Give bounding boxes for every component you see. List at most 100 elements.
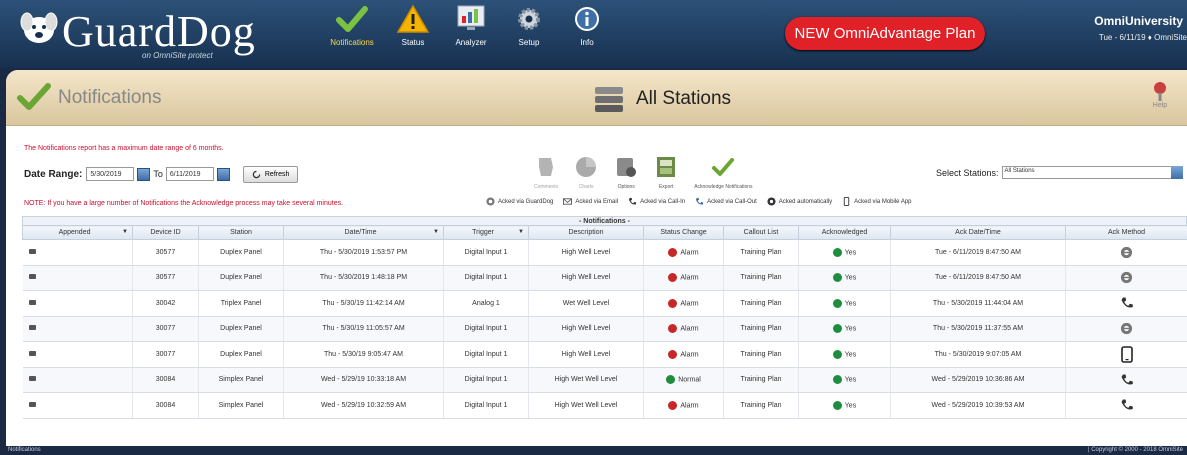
- acknowledged-cell: Yes: [798, 316, 891, 342]
- nav-status-label: Status: [401, 38, 425, 47]
- device-id-cell: 30577: [132, 239, 199, 266]
- column-header-description[interactable]: Description: [528, 225, 644, 240]
- select-stations-label: Select Stations:: [936, 167, 999, 178]
- column-header-device-id[interactable]: Device ID: [132, 225, 199, 240]
- table-row[interactable]: 30577 Duplex Panel Thu - 5/30/2019 1:48:18…: [22, 265, 1187, 291]
- acknowledged-cell: Yes: [798, 290, 891, 317]
- report-toolbar: Comments Charts Options Export Acknowled…: [526, 150, 761, 190]
- account-info[interactable]: OmniUniversity Tue - 6/11/19 ♦ OmniSite: [1015, 14, 1187, 42]
- to-date-input[interactable]: [165, 167, 214, 181]
- column-header-trigger[interactable]: Trigger ▼: [443, 225, 529, 240]
- date-range-controls: Date Range: To Refresh: [24, 165, 299, 183]
- nav-status[interactable]: Status: [384, 2, 442, 64]
- table-row[interactable]: 30042 Triplex Panel Thu - 5/30/19 11:42:14…: [22, 290, 1187, 317]
- table-row[interactable]: 30084 Simplex Panel Wed - 5/29/19 10:33:18…: [22, 367, 1187, 393]
- description-cell: High Well Level: [528, 341, 644, 368]
- sort-icon[interactable]: ▼: [433, 229, 439, 235]
- acknowledged-text: Yes: [844, 325, 857, 333]
- appended-cell[interactable]: [22, 265, 133, 291]
- description-cell: High Well Level: [528, 316, 644, 342]
- appended-cell[interactable]: [22, 239, 133, 266]
- charts-button[interactable]: Charts: [574, 155, 598, 190]
- legend-call-in-label: Acked via Call-In: [640, 198, 686, 205]
- nav-notifications[interactable]: Notifications: [320, 2, 384, 64]
- envelope-icon[interactable]: [28, 350, 36, 356]
- refresh-button[interactable]: Refresh: [242, 165, 299, 183]
- callout-list-cell[interactable]: Training Plan: [723, 341, 799, 368]
- from-calendar-icon[interactable]: [137, 167, 151, 181]
- column-header-station[interactable]: Station: [198, 225, 284, 240]
- ack-method-cell: [1065, 316, 1187, 342]
- acknowledged-text: Yes: [844, 249, 857, 257]
- logo-subtitle: on OmniSite protect: [142, 51, 213, 60]
- device-id-cell: 30084: [132, 367, 199, 393]
- envelope-icon[interactable]: [28, 299, 36, 305]
- callout-list-cell[interactable]: Training Plan: [723, 290, 799, 317]
- appended-cell[interactable]: [22, 290, 133, 317]
- column-header-appended[interactable]: Appended ▼: [22, 225, 133, 240]
- options-button[interactable]: Options: [614, 155, 638, 190]
- logo[interactable]: GuardDog on OmniSite protect: [18, 6, 308, 62]
- nav-setup[interactable]: Setup: [500, 2, 558, 64]
- comments-label: Comments: [534, 184, 559, 190]
- nav-analyzer[interactable]: Analyzer: [442, 2, 500, 64]
- appended-cell[interactable]: [22, 341, 133, 368]
- table-row[interactable]: 30084 Simplex Panel Wed - 5/29/19 10:32:59…: [22, 392, 1187, 419]
- info-icon: [575, 7, 599, 31]
- gear-icon: [518, 8, 540, 30]
- acknowledge-note: NOTE: If you have a large number of Noti…: [24, 200, 344, 207]
- column-header-callout-list[interactable]: Callout List: [723, 225, 799, 240]
- help-button[interactable]: Help: [1147, 80, 1173, 114]
- sort-icon[interactable]: ▼: [518, 229, 524, 235]
- column-header-datetime[interactable]: Date/Time ▼: [283, 225, 444, 240]
- auto-icon: [767, 197, 776, 206]
- appended-cell[interactable]: [22, 367, 133, 393]
- phone-icon: [1121, 297, 1133, 308]
- envelope-icon[interactable]: [28, 325, 36, 331]
- acknowledged-text: Yes: [844, 376, 857, 384]
- panel-header: Notifications All Stations Help: [6, 70, 1187, 126]
- to-calendar-icon[interactable]: [216, 167, 230, 181]
- appended-cell[interactable]: [22, 316, 133, 342]
- column-header-acknowledged[interactable]: Acknowledged: [798, 225, 891, 240]
- envelope-icon[interactable]: [28, 274, 36, 280]
- callout-list-cell[interactable]: Training Plan: [723, 367, 799, 393]
- status-change-text: Alarm: [680, 351, 699, 359]
- comments-button[interactable]: Comments: [534, 155, 558, 190]
- omniadvantage-promo-button[interactable]: NEW OmniAdvantage Plan: [785, 17, 985, 50]
- stations-select[interactable]: All Stations: [1001, 166, 1183, 179]
- status-dot-icon: [668, 400, 678, 410]
- refresh-label: Refresh: [264, 170, 290, 178]
- from-date-input[interactable]: [86, 167, 135, 181]
- nav-info[interactable]: Info: [558, 2, 616, 64]
- refresh-icon: [252, 170, 261, 178]
- appended-cell[interactable]: [22, 392, 133, 419]
- column-header-ack-datetime[interactable]: Ack Date/Time: [890, 225, 1066, 240]
- column-header-status-change[interactable]: Status Change: [643, 225, 724, 240]
- table-row[interactable]: 30577 Duplex Panel Thu - 5/30/2019 1:53:57…: [22, 239, 1187, 266]
- envelope-icon[interactable]: [28, 401, 36, 407]
- envelope-icon[interactable]: [28, 376, 36, 382]
- acknowledge-notifications-button[interactable]: Acknowledge Notifications: [694, 155, 753, 190]
- callout-list-cell[interactable]: Training Plan: [723, 316, 799, 342]
- callout-list-cell[interactable]: Training Plan: [723, 392, 799, 419]
- phone-icon: [628, 197, 637, 205]
- description-cell: Wet Well Level: [528, 290, 644, 317]
- column-header-ack-method[interactable]: Ack Method: [1065, 225, 1187, 240]
- table-row[interactable]: 30077 Duplex Panel Thu - 5/30/19 11:05:57 …: [22, 316, 1187, 342]
- table-row[interactable]: 30077 Duplex Panel Thu - 5/30/19 9:05:47 A…: [22, 341, 1187, 368]
- email-icon: [563, 198, 573, 205]
- export-button[interactable]: Export: [654, 155, 678, 190]
- acknowledged-cell: Yes: [798, 265, 891, 291]
- callout-list-cell[interactable]: Training Plan: [723, 265, 799, 291]
- nav-analyzer-label: Analyzer: [455, 38, 487, 47]
- callout-list-cell[interactable]: Training Plan: [723, 239, 799, 266]
- status-change-cell: Alarm: [643, 290, 724, 317]
- acknowledged-cell: Yes: [798, 341, 891, 368]
- envelope-icon[interactable]: [28, 248, 36, 254]
- sort-icon[interactable]: ▼: [122, 229, 128, 235]
- main-nav: Notifications Status Analyzer Setup Info: [320, 2, 616, 64]
- trigger-cell: Analog 1: [443, 290, 529, 317]
- device-id-cell: 30042: [132, 290, 199, 317]
- options-icon: [617, 158, 637, 177]
